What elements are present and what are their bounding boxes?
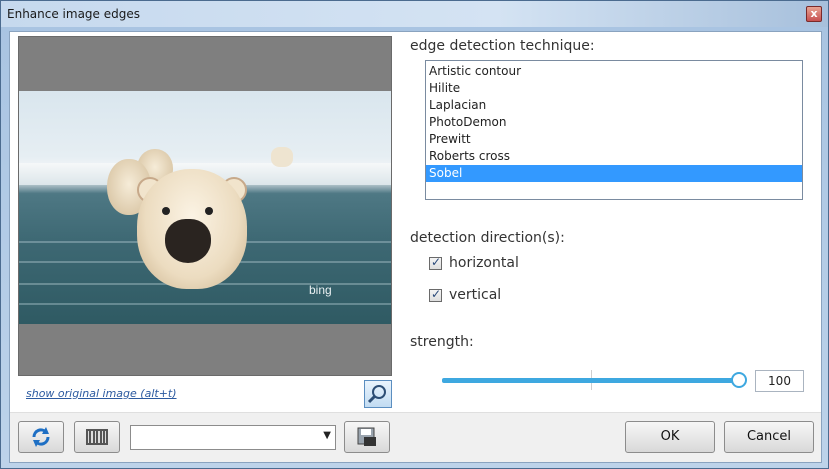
technique-list-item[interactable]: PhotoDemon [426, 114, 802, 131]
direction-label: detection direction(s): [410, 230, 565, 246]
technique-list-item[interactable]: Hilite [426, 80, 802, 97]
strength-slider-thumb[interactable] [731, 372, 747, 388]
zoom-button[interactable] [364, 380, 392, 408]
bear-snout [165, 219, 211, 263]
preset-combobox[interactable]: ▼ [130, 425, 336, 450]
horizontal-checkbox[interactable]: ✓ [429, 255, 442, 270]
vertical-checkbox[interactable]: ✓ [429, 287, 442, 302]
technique-label: edge detection technique: [410, 38, 595, 54]
save-preset-button[interactable] [344, 421, 390, 453]
watermark-text: bing [309, 283, 332, 297]
preview-image: bing [19, 91, 391, 324]
close-button[interactable]: x [806, 6, 822, 22]
title-bar[interactable]: Enhance image edges x [1, 1, 828, 27]
technique-list-item[interactable]: Sobel [426, 165, 802, 182]
distant-bear [271, 147, 293, 167]
chevron-down-icon: ▼ [323, 430, 331, 441]
strength-input[interactable]: 100 [755, 370, 804, 392]
technique-list-item[interactable]: Roberts cross [426, 148, 802, 165]
refresh-icon [32, 427, 50, 447]
strength-slider[interactable] [442, 378, 740, 383]
ok-button[interactable]: OK [625, 421, 715, 453]
bear-eye [162, 207, 170, 215]
window-title: Enhance image edges [7, 7, 140, 21]
technique-list-item[interactable]: Artistic contour [426, 63, 802, 80]
randomize-button[interactable] [74, 421, 120, 453]
vertical-label: vertical [449, 287, 502, 303]
strength-label: strength: [410, 334, 474, 350]
technique-list-item[interactable]: Laplacian [426, 97, 802, 114]
barcode-icon [86, 429, 108, 445]
horizontal-label: horizontal [449, 255, 519, 271]
dialog-client-area: bing show original image (alt+t) edge de… [9, 31, 822, 463]
check-icon: ✓ [431, 255, 442, 269]
dialog-window: Enhance image edges x bing show original… [0, 0, 829, 469]
bear-eye [205, 207, 213, 215]
check-icon: ✓ [431, 287, 442, 301]
show-original-link[interactable]: show original image (alt+t) [26, 387, 177, 400]
zoom-icon [367, 385, 386, 404]
reset-button[interactable] [18, 421, 64, 453]
close-icon: x [810, 7, 818, 20]
image-preview: bing [18, 36, 392, 376]
save-preset-icon [357, 427, 376, 446]
technique-listbox[interactable]: Artistic contour Hilite Laplacian PhotoDemo… [425, 60, 803, 200]
technique-list-item[interactable]: Prewitt [426, 131, 802, 148]
cancel-button[interactable]: Cancel [724, 421, 814, 453]
